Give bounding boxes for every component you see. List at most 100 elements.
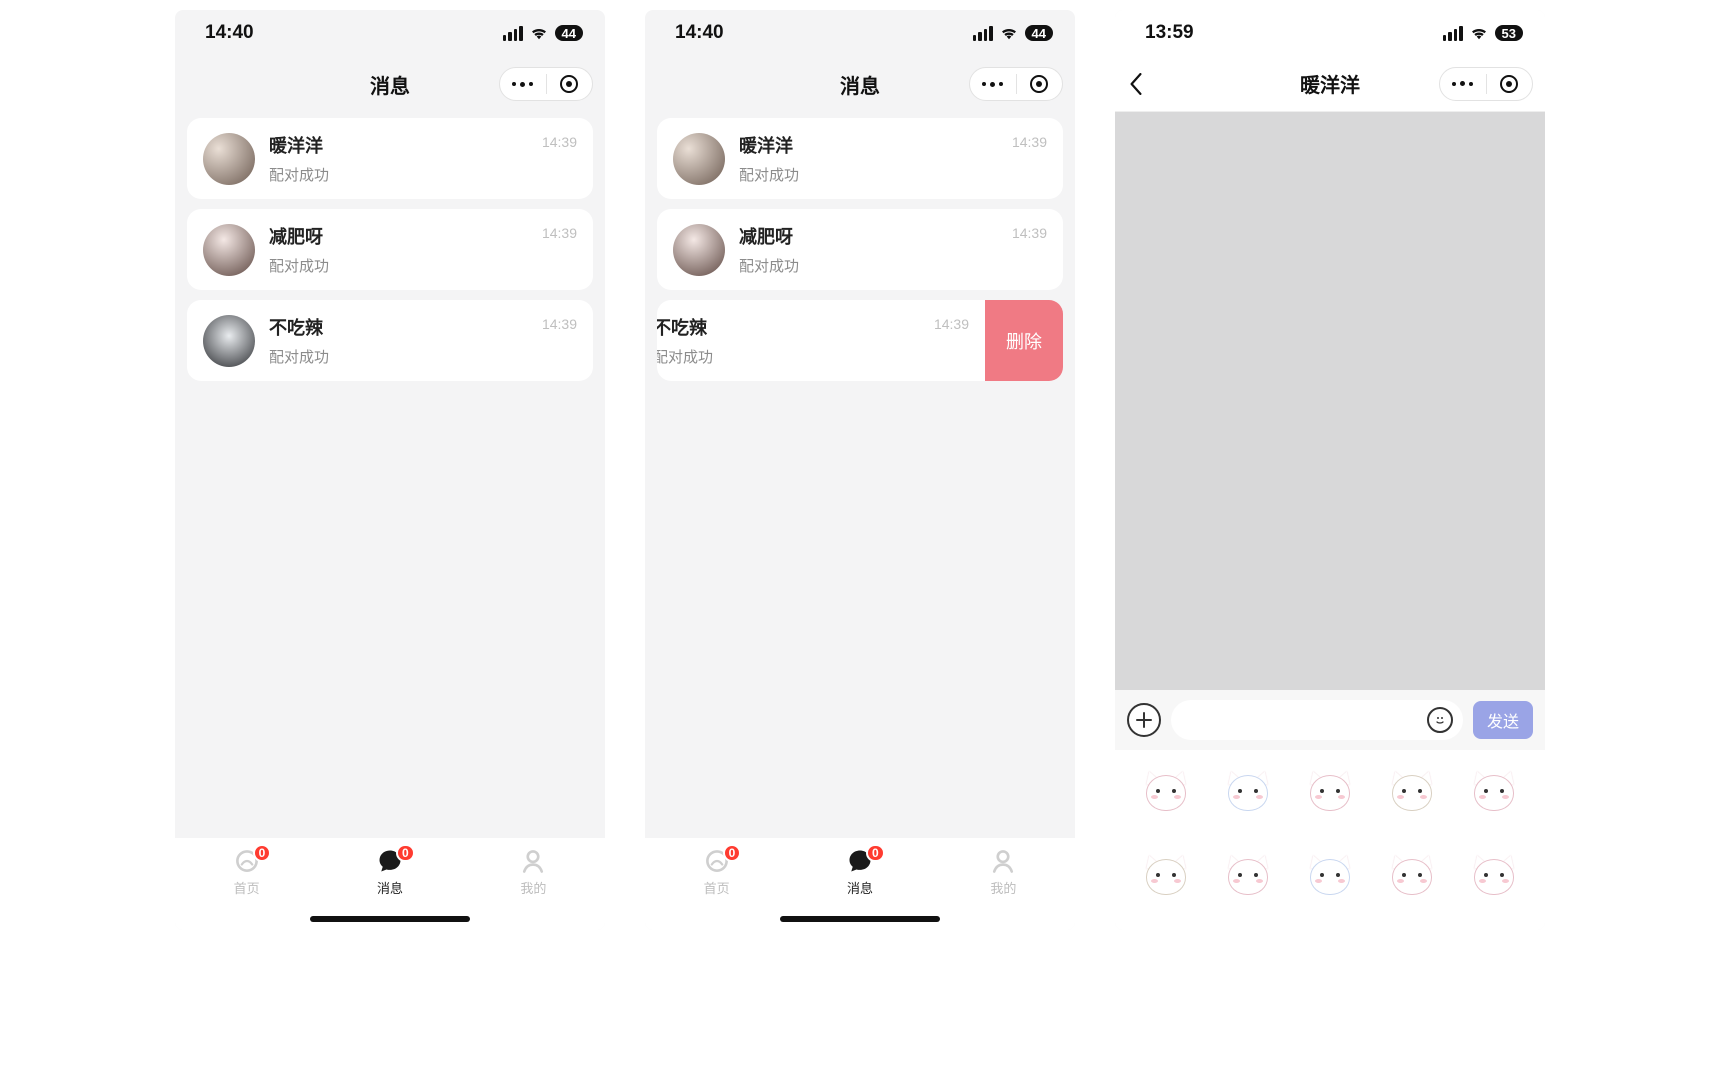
conversation-time: 14:39	[934, 316, 969, 332]
wifi-icon	[1469, 26, 1489, 40]
page-title: 消息	[370, 70, 410, 99]
status-time: 14:40	[675, 22, 724, 44]
emoji-button[interactable]	[1427, 707, 1453, 733]
chat-message-area[interactable]	[1115, 112, 1545, 690]
conversation-item[interactable]: 暖洋洋 配对成功 14:39	[187, 118, 593, 199]
tab-label: 消息	[847, 878, 873, 897]
cellular-signal-icon	[503, 26, 523, 41]
status-indicators: 44	[973, 25, 1053, 41]
cellular-signal-icon	[973, 26, 993, 41]
conversation-item-swiped[interactable]: 删除 不吃辣 配对成功 14:39	[657, 300, 1063, 381]
capsule-menu-icon[interactable]	[970, 82, 1016, 87]
conversation-time: 14:39	[1012, 134, 1047, 150]
sticker-item[interactable]	[1135, 846, 1197, 908]
conversation-time: 14:39	[1012, 225, 1047, 241]
chat-input-bar: 发送	[1115, 690, 1545, 750]
home-indicator[interactable]	[780, 916, 940, 922]
avatar	[203, 224, 255, 276]
miniapp-capsule[interactable]	[499, 67, 593, 101]
avatar	[673, 133, 725, 185]
title-bar: 消息	[645, 56, 1075, 112]
back-button[interactable]	[1129, 56, 1161, 111]
message-input[interactable]	[1171, 700, 1463, 740]
sticker-item[interactable]	[1463, 846, 1525, 908]
capsule-menu-icon[interactable]	[500, 82, 546, 87]
conversation-name: 不吃辣	[269, 314, 542, 340]
conversation-preview: 配对成功	[739, 164, 1012, 185]
delete-button[interactable]: 删除	[985, 300, 1063, 381]
sticker-item[interactable]	[1381, 846, 1443, 908]
conversation-name: 暖洋洋	[739, 132, 1012, 158]
conversation-item[interactable]: 不吃辣 配对成功 14:39	[187, 300, 593, 381]
sticker-item[interactable]	[1217, 846, 1279, 908]
conversation-item[interactable]: 减肥呀 配对成功 14:39	[187, 209, 593, 290]
tab-badge: 0	[253, 844, 272, 862]
tab-label: 首页	[234, 878, 260, 897]
conversation-name: 暖洋洋	[269, 132, 542, 158]
conversation-name: 减肥呀	[739, 223, 1012, 249]
screen-messages-swipe: 14:40 44 消息 暖洋洋 配对成功 14:39 减肥呀 配对成功	[645, 10, 1075, 930]
sticker-item[interactable]	[1381, 762, 1443, 824]
user-icon	[988, 846, 1018, 876]
conversation-preview: 配对成功	[657, 346, 934, 367]
tab-badge: 0	[866, 844, 885, 862]
conversation-preview: 配对成功	[739, 255, 1012, 276]
tab-bar: 0 首页 0 消息 我的	[175, 838, 605, 930]
send-button[interactable]: 发送	[1473, 701, 1533, 739]
sticker-item[interactable]	[1135, 762, 1197, 824]
cellular-signal-icon	[1443, 26, 1463, 41]
battery-indicator: 44	[555, 25, 583, 41]
wifi-icon	[999, 26, 1019, 40]
tab-profile[interactable]: 我的	[932, 846, 1075, 930]
tab-label: 我的	[520, 878, 546, 897]
sticker-item[interactable]	[1217, 762, 1279, 824]
capsule-close-icon[interactable]	[547, 75, 593, 93]
title-bar: 消息	[175, 56, 605, 112]
tab-home[interactable]: 0 首页	[175, 846, 318, 930]
status-bar: 14:40 44	[175, 10, 605, 56]
conversation-item[interactable]: 减肥呀 配对成功 14:39	[657, 209, 1063, 290]
conversation-item[interactable]: 暖洋洋 配对成功 14:39	[657, 118, 1063, 199]
tab-label: 我的	[990, 878, 1016, 897]
delete-label: 删除	[1006, 328, 1042, 354]
home-indicator[interactable]	[310, 916, 470, 922]
miniapp-capsule[interactable]	[969, 67, 1063, 101]
chat-title: 暖洋洋	[1300, 69, 1360, 98]
battery-indicator: 44	[1025, 25, 1053, 41]
tab-home[interactable]: 0 首页	[645, 846, 788, 930]
avatar	[203, 133, 255, 185]
conversation-time: 14:39	[542, 134, 577, 150]
capsule-close-icon[interactable]	[1017, 75, 1063, 93]
send-label: 发送	[1487, 708, 1519, 732]
conversation-name: 不吃辣	[657, 314, 934, 340]
capsule-close-icon[interactable]	[1487, 75, 1533, 93]
conversation-preview: 配对成功	[269, 255, 542, 276]
tab-profile[interactable]: 我的	[462, 846, 605, 930]
capsule-menu-icon[interactable]	[1440, 81, 1486, 86]
status-time: 14:40	[205, 22, 254, 44]
conversation-preview: 配对成功	[269, 164, 542, 185]
sticker-item[interactable]	[1299, 846, 1361, 908]
tab-badge: 0	[396, 844, 415, 862]
tab-bar: 0 首页 0 消息 我的	[645, 838, 1075, 930]
page-title: 消息	[840, 70, 880, 99]
sticker-item[interactable]	[1463, 762, 1525, 824]
conversation-time: 14:39	[542, 316, 577, 332]
attach-button[interactable]	[1127, 703, 1161, 737]
conversation-list: 暖洋洋 配对成功 14:39 减肥呀 配对成功 14:39 删除 不吃辣 配对成…	[645, 112, 1075, 391]
status-time: 13:59	[1145, 22, 1194, 44]
avatar	[673, 224, 725, 276]
screen-chat: 13:59 53 暖洋洋 发送	[1115, 10, 1545, 930]
user-icon	[518, 846, 548, 876]
battery-indicator: 53	[1495, 25, 1523, 41]
status-indicators: 53	[1443, 25, 1523, 41]
title-bar: 暖洋洋	[1115, 56, 1545, 112]
conversation-list: 暖洋洋 配对成功 14:39 减肥呀 配对成功 14:39 不吃辣 配对成功 1…	[175, 112, 605, 391]
miniapp-capsule[interactable]	[1439, 67, 1533, 101]
status-indicators: 44	[503, 25, 583, 41]
sticker-item[interactable]	[1299, 762, 1361, 824]
tab-badge: 0	[723, 844, 742, 862]
sticker-panel	[1115, 750, 1545, 930]
tab-label: 首页	[704, 878, 730, 897]
conversation-name: 减肥呀	[269, 223, 542, 249]
